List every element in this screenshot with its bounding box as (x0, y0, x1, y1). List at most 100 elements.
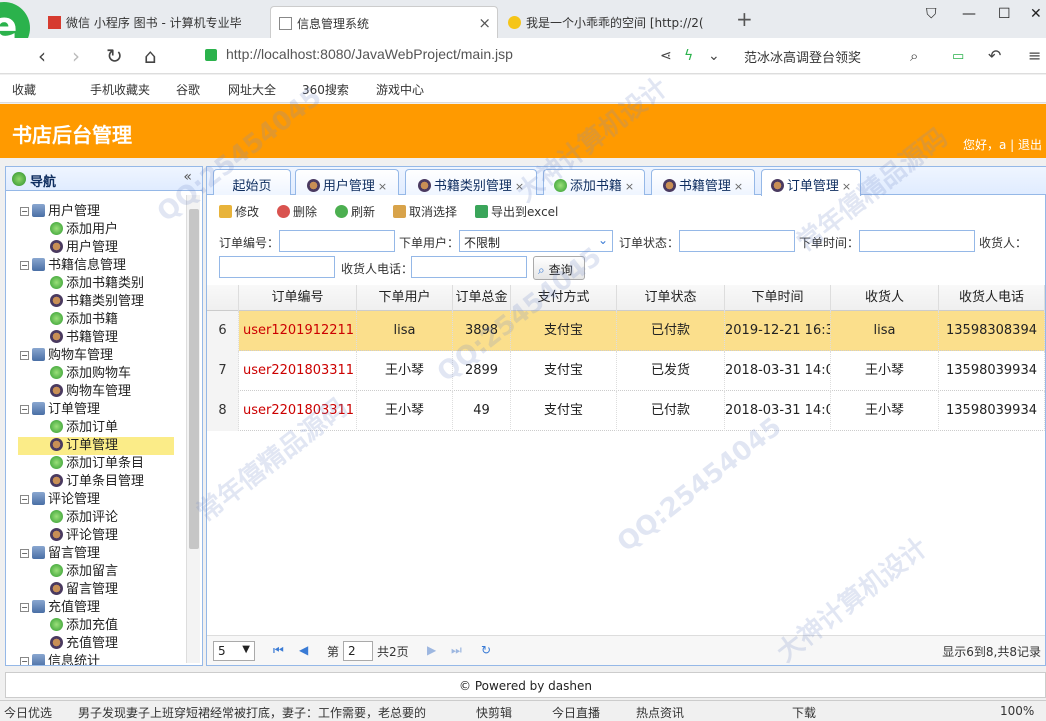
sidebar-item[interactable]: 订单管理 (18, 437, 174, 455)
status-download[interactable]: 下载 (792, 704, 816, 721)
welcome-logout[interactable]: 您好，a | 退出 (963, 136, 1042, 153)
refresh-icon[interactable]: ↻ (481, 644, 493, 656)
bookmark-google[interactable]: 谷歌 (176, 81, 200, 98)
order-no-input[interactable] (279, 230, 395, 252)
order-state-input[interactable] (679, 230, 795, 252)
tab-home[interactable]: 起始页 (213, 169, 291, 195)
sidebar-scrollbar[interactable] (186, 195, 200, 663)
sidebar-item[interactable]: 添加订单条目 (50, 455, 144, 473)
maximize-icon[interactable]: ☐ (998, 6, 1011, 22)
column-header[interactable]: 收货人电话 (939, 285, 1045, 311)
sidebar-group[interactable]: − 书籍信息管理 (20, 257, 126, 275)
scrollbar-thumb[interactable] (189, 209, 199, 549)
toggle-icon[interactable]: − (20, 261, 29, 270)
sidebar-group[interactable]: − 充值管理 (20, 599, 100, 617)
close-tab-icon[interactable]: × (515, 180, 524, 193)
sidebar-item[interactable]: 添加书籍 (50, 311, 118, 329)
close-tab-icon[interactable]: × (734, 180, 743, 193)
toggle-icon[interactable]: − (20, 549, 29, 558)
column-header[interactable]: 订单状态 (617, 285, 725, 311)
column-header[interactable]: 下单时间 (725, 285, 831, 311)
tab-book-category[interactable]: 书籍类别管理 × (405, 169, 537, 195)
undo-icon[interactable]: ↶ (988, 46, 1001, 65)
page-size-select[interactable]: 5 ▼ (213, 641, 255, 661)
sidebar-item[interactable]: 添加充值 (50, 617, 118, 635)
toggle-icon[interactable]: − (20, 603, 29, 612)
reload-icon[interactable]: ↻ (106, 44, 123, 68)
menu-icon[interactable]: ≡ (1028, 46, 1041, 65)
sidebar-item[interactable]: 添加购物车 (50, 365, 131, 383)
table-row[interactable]: 8 user2201803311 王小琴 49 支付宝 已付款 2018-03-31 14:… (207, 391, 1045, 431)
status-live[interactable]: 今日直播 (552, 704, 600, 721)
tab-user-manage[interactable]: 用户管理 × (295, 169, 399, 195)
home-icon[interactable]: ⌂ (144, 44, 157, 68)
url-input[interactable]: http://localhost:8080/JavaWebProject/mai… (198, 42, 698, 70)
sidebar-item[interactable]: 添加订单 (50, 419, 118, 437)
sidebar-item[interactable]: 充值管理 (50, 635, 118, 653)
table-row[interactable]: 6 user1201912211 lisa 3898 支付宝 已付款 2019-12-21 … (207, 311, 1045, 351)
bookmark-favorites[interactable]: 收藏 (12, 81, 36, 98)
new-tab-icon[interactable]: + (736, 7, 753, 31)
sidebar-item[interactable]: 购物车管理 (50, 383, 131, 401)
close-tab-icon[interactable]: × (378, 180, 387, 193)
status-news-ticker[interactable]: 男子发现妻子上班穿短裙经常被打底，妻子：工作需要，老总要的 (78, 704, 448, 721)
lightning-icon[interactable]: ϟ (684, 48, 693, 64)
bookmark-games[interactable]: 游戏中心 (376, 81, 424, 98)
sidebar-item[interactable]: 添加用户 (50, 221, 118, 239)
receiver-phone-input[interactable] (411, 256, 527, 278)
sidebar-item[interactable]: 评论管理 (50, 527, 118, 545)
edit-button[interactable]: 修改 (219, 203, 259, 220)
order-time-input[interactable] (859, 230, 975, 252)
sidebar-item[interactable]: 添加留言 (50, 563, 118, 581)
column-header[interactable]: 订单总金 (453, 285, 511, 311)
share-icon[interactable]: ⋖ (660, 48, 672, 64)
refresh-button[interactable]: 刷新 (335, 203, 375, 220)
back-icon[interactable]: ‹ (38, 44, 46, 68)
toggle-icon[interactable]: − (20, 657, 29, 665)
sidebar-item[interactable]: 书籍管理 (50, 329, 118, 347)
sidebar-group[interactable]: − 购物车管理 (20, 347, 113, 365)
sidebar-group[interactable]: − 留言管理 (20, 545, 100, 563)
receiver-input[interactable] (219, 256, 335, 278)
search-suggestion[interactable]: 范冰冰高调登台领奖 (744, 47, 861, 66)
next-page-icon[interactable]: ▶ (427, 644, 439, 656)
forward-icon[interactable]: › (72, 44, 80, 68)
toggle-icon[interactable]: − (20, 207, 29, 216)
toggle-icon[interactable]: − (20, 495, 29, 504)
browser-tab-2[interactable]: 信息管理系统 × (270, 6, 498, 38)
bookmark-mobile[interactable]: 手机收藏夹 (90, 81, 150, 98)
export-excel-button[interactable]: 导出到excel (475, 203, 558, 220)
tshirt-icon[interactable]: ⛉ (926, 6, 937, 22)
close-tab-icon[interactable]: × (625, 180, 634, 193)
table-row[interactable]: 7 user2201803311 王小琴 2899 支付宝 已发货 2018-03-31 1… (207, 351, 1045, 391)
status-quick-edit[interactable]: 快剪辑 (476, 704, 512, 721)
column-header[interactable]: 收货人 (831, 285, 939, 311)
first-page-icon[interactable]: ⏮ (273, 644, 285, 656)
last-page-icon[interactable]: ⏭ (451, 644, 463, 656)
search-icon[interactable]: ⌕ (910, 47, 918, 65)
cancel-select-button[interactable]: 取消选择 (393, 203, 457, 220)
dropdown-icon[interactable]: ⌄ (708, 48, 720, 64)
delete-button[interactable]: 删除 (277, 203, 317, 220)
prev-page-icon[interactable]: ◀ (299, 644, 311, 656)
collapse-icon[interactable]: « (183, 169, 192, 185)
bookmark-360[interactable]: 360搜索 (302, 81, 349, 98)
sidebar-group[interactable]: − 评论管理 (20, 491, 100, 509)
sidebar-item[interactable]: 留言管理 (50, 581, 118, 599)
tab-book-manage[interactable]: 书籍管理 × (651, 169, 755, 195)
column-header[interactable]: 下单用户 (357, 285, 453, 311)
toggle-icon[interactable]: − (20, 351, 29, 360)
browser-tab-1[interactable]: 微信 小程序 图书 - 计算机专业毕 (40, 6, 266, 38)
tab-add-book[interactable]: 添加书籍 × (543, 169, 645, 195)
browser-tab-3[interactable]: 我是一个小乖乖的空间 [http://2( (500, 6, 710, 38)
status-zoom[interactable]: 100% (1000, 704, 1034, 718)
toggle-icon[interactable]: − (20, 405, 29, 414)
column-header[interactable]: 支付方式 (511, 285, 617, 311)
close-tab-icon[interactable]: × (842, 180, 851, 193)
status-daily-pick[interactable]: 今日优选 (4, 704, 52, 721)
status-hot-news[interactable]: 热点资讯 (636, 704, 684, 721)
sidebar-item[interactable]: 用户管理 (50, 239, 118, 257)
sidebar-group[interactable]: − 信息统计 (20, 653, 100, 665)
order-user-select[interactable]: 不限制 ⌄ (459, 230, 613, 252)
bookmark-site-nav[interactable]: 网址大全 (228, 81, 276, 98)
